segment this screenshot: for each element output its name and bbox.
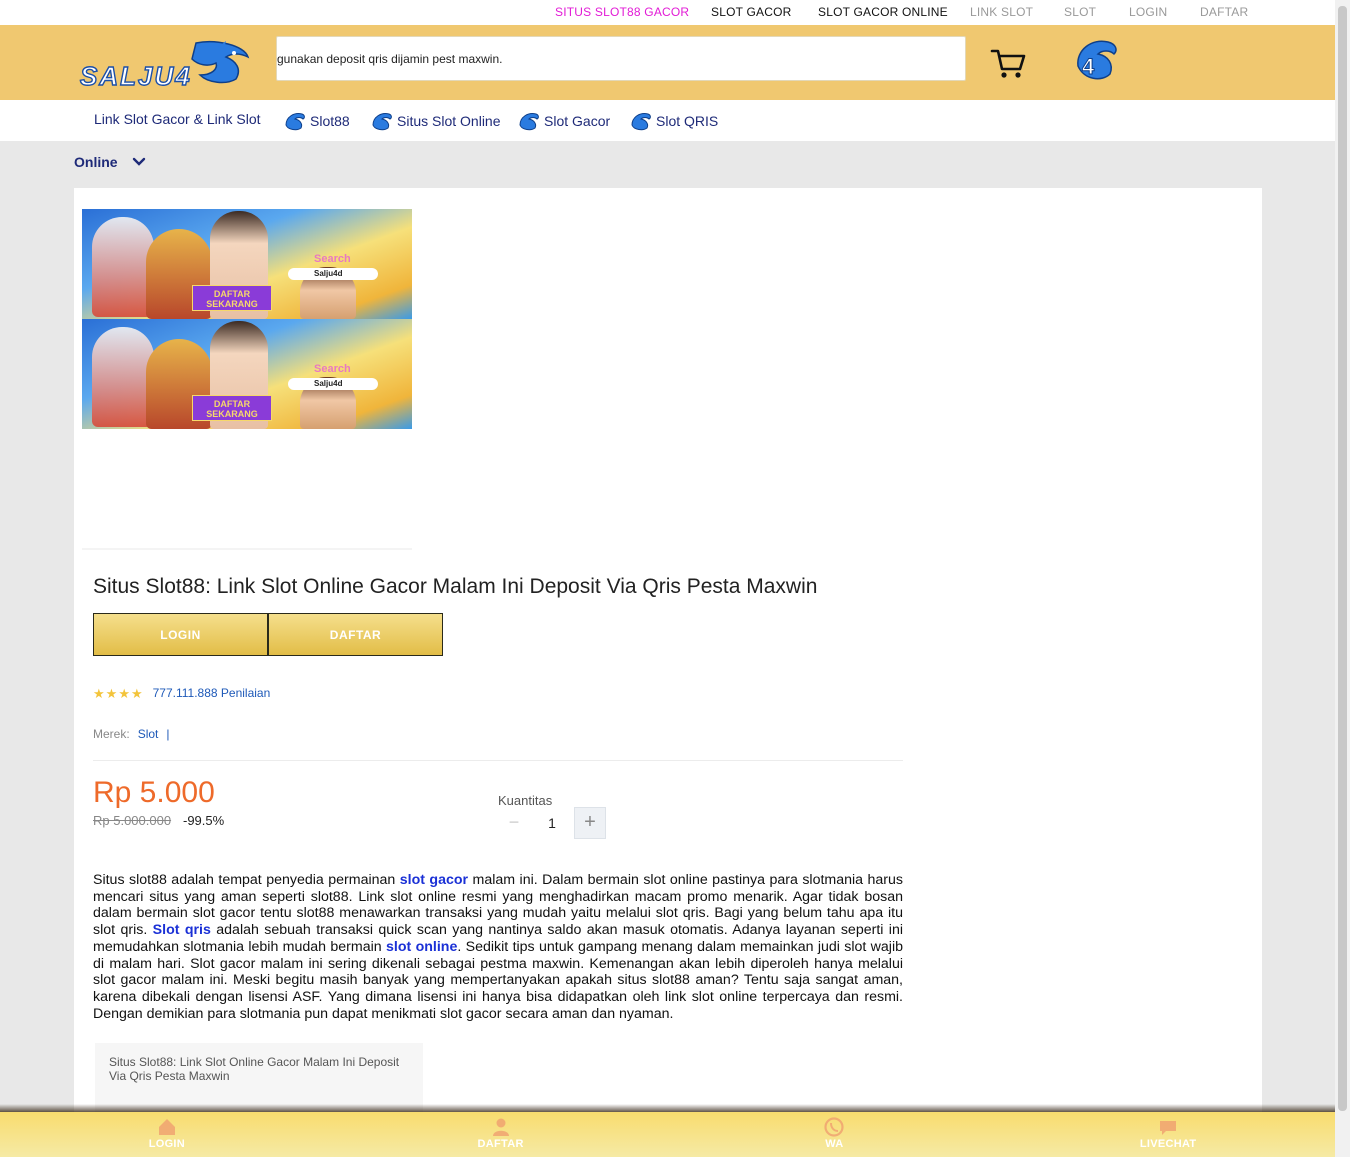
dragon-icon: [519, 113, 539, 131]
banner-cta: DAFTAR SEKARANG: [192, 395, 272, 421]
quantity-decrease-button[interactable]: −: [498, 807, 530, 839]
nav-item-slot88[interactable]: Slot88: [284, 111, 350, 131]
site-logo[interactable]: SALJU4: [76, 39, 252, 92]
star-icon: ★: [105, 685, 118, 701]
link-slot-gacor[interactable]: slot gacor: [400, 872, 468, 888]
banner-panel: Search Salju4d DAFTAR SEKARANG: [82, 319, 412, 429]
star-icon: ★: [93, 685, 105, 701]
link-slot-qris[interactable]: Slot qris: [153, 922, 211, 938]
banner-panel: Search Salju4d DAFTAR SEKARANG: [82, 209, 412, 319]
chevron-down-icon: [132, 157, 145, 166]
bottom-livechat-button[interactable]: LIVECHAT: [1001, 1112, 1335, 1157]
cart-icon[interactable]: [990, 47, 1026, 79]
user-icon: [492, 1118, 509, 1136]
original-price: Rp 5.000.000: [93, 813, 172, 828]
dragon-icon: [285, 113, 305, 131]
main-nav: Link Slot Gacor & Link Slot Slot88 Situs…: [0, 100, 1335, 141]
top-links-bar: SITUS SLOT88 GACOR SLOT GACOR SLOT GACOR…: [0, 0, 1335, 25]
scrollbar-thumb[interactable]: [1338, 6, 1347, 1111]
divider: [93, 760, 903, 761]
nav-item-situs-slot-online[interactable]: Situs Slot Online: [371, 111, 501, 131]
logo-text: SALJU4: [79, 60, 192, 91]
bottom-daftar-button[interactable]: DAFTAR: [334, 1112, 668, 1157]
toplink-slot[interactable]: SLOT: [1064, 5, 1096, 19]
auth-buttons: LOGIN DAFTAR: [93, 613, 443, 656]
banner-cta: DAFTAR SEKARANG: [192, 285, 272, 311]
rating-stars: ★ ★ ★ ★: [93, 687, 143, 700]
product-card: Search Salju4d DAFTAR SEKARANG Search Sal…: [74, 188, 1262, 1157]
nav-item-slot-gacor[interactable]: Slot Gacor: [518, 111, 610, 131]
discount-badge: -99.5%: [183, 813, 225, 828]
quantity-value[interactable]: 1: [530, 815, 574, 831]
whatsapp-icon: [824, 1117, 844, 1137]
home-icon: [158, 1119, 175, 1135]
quantity-label: Kuantitas: [498, 793, 553, 808]
toplink-login[interactable]: LOGIN: [1129, 5, 1167, 19]
brand-link[interactable]: Slot: [138, 727, 159, 741]
svg-text:4: 4: [1082, 54, 1095, 79]
toplink-situs-slot88-gacor[interactable]: SITUS SLOT88 GACOR: [555, 5, 689, 19]
divider: [82, 548, 412, 550]
product-rating: ★ ★ ★ ★ 777.111.888 Penilaian: [93, 686, 270, 700]
current-price: Rp 5.000: [93, 776, 215, 809]
bottom-login-button[interactable]: LOGIN: [0, 1112, 334, 1157]
nav-item-link-slot-gacor[interactable]: Link Slot Gacor & Link Slot: [94, 111, 261, 127]
marquee-text-box: gunakan deposit qris dijamin pest maxwin…: [276, 36, 966, 81]
toplink-slot-gacor-online[interactable]: SLOT GACOR ONLINE: [818, 5, 948, 19]
site-header: SALJU4 gunakan deposit qris dijamin pest…: [0, 25, 1335, 100]
star-icon: ★: [118, 685, 130, 701]
dragon-icon: [372, 113, 392, 131]
dragon-icon: [631, 113, 651, 131]
product-banner[interactable]: Search Salju4d DAFTAR SEKARANG Search Sal…: [82, 209, 412, 429]
daftar-button[interactable]: DAFTAR: [268, 613, 443, 656]
rating-count[interactable]: 777.111.888 Penilaian: [153, 686, 271, 700]
nav-item-slot-qris[interactable]: Slot QRIS: [630, 111, 718, 131]
brand-badge-icon: 4: [1077, 40, 1117, 80]
page-scrollbar[interactable]: [1335, 0, 1350, 1157]
login-button[interactable]: LOGIN: [93, 613, 268, 656]
quantity-stepper: − 1 +: [498, 807, 606, 839]
toplink-daftar[interactable]: DAFTAR: [1200, 5, 1248, 19]
quantity-increase-button[interactable]: +: [574, 807, 606, 839]
product-title: Situs Slot88: Link Slot Online Gacor Mal…: [93, 575, 818, 598]
category-dropdown[interactable]: Online: [74, 154, 146, 170]
toplink-link-slot[interactable]: LINK SLOT: [970, 5, 1033, 19]
brand-row: Merek: Slot |: [93, 727, 170, 741]
link-slot-online[interactable]: slot online: [386, 939, 457, 955]
toplink-slot-gacor[interactable]: SLOT GACOR: [711, 5, 791, 19]
bottom-action-bar: LOGIN DAFTAR WA LIVECHAT: [0, 1112, 1335, 1157]
product-description: Situs slot88 adalah tempat penyedia perm…: [93, 872, 904, 1022]
bottom-wa-button[interactable]: WA: [668, 1112, 1002, 1157]
chat-icon: [1160, 1121, 1177, 1135]
star-icon: ★: [130, 685, 143, 701]
